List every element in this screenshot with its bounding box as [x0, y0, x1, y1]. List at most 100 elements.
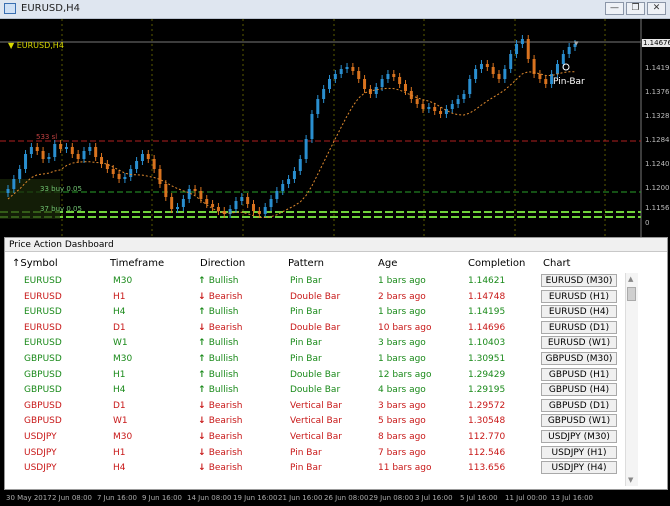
candle [181, 199, 185, 207]
restore-button[interactable]: ❐ [626, 2, 645, 15]
candle [538, 74, 542, 79]
candle [205, 199, 209, 204]
candle [88, 147, 92, 151]
row-pattern: Pin Bar [290, 447, 322, 458]
arrow-down-icon: ↓ [198, 432, 209, 442]
row-direction: ↓ Bearish [198, 401, 243, 411]
row-completion: 1.14621 [468, 276, 506, 286]
candle [47, 157, 51, 159]
row-timeframe: M30 [113, 432, 133, 442]
table-row: GBPUSD H4 ↑ Bullish Double Bar 4 bars ago 1.2… [5, 383, 625, 398]
candle [29, 147, 33, 154]
column-header-chart[interactable]: Chart [543, 258, 570, 269]
candle [415, 99, 419, 104]
row-timeframe: H1 [113, 291, 126, 302]
close-button[interactable]: ✕ [647, 2, 666, 15]
open-chart-button[interactable]: EURUSD (W1) [541, 336, 617, 350]
dashboard-scrollbar[interactable]: ▲ ▼ [625, 273, 638, 486]
row-timeframe: W1 [113, 416, 128, 427]
price-chart[interactable]: ▼ EURUSD,H4 ▾ 1.14676 1.1419 1.13760 1.1… [0, 19, 670, 237]
open-chart-button[interactable]: GBPUSD (D1) [541, 398, 617, 412]
column-header-symbol[interactable]: ↑Symbol [12, 258, 58, 269]
row-timeframe: H1 [113, 369, 126, 380]
pin-bar-marker-icon [562, 63, 570, 71]
row-symbol: GBPUSD [24, 385, 62, 396]
column-header-pattern[interactable]: Pattern [288, 258, 324, 269]
row-timeframe: H4 [113, 385, 126, 396]
row-age: 10 bars ago [378, 322, 432, 333]
row-timeframe: H4 [113, 307, 126, 318]
minimize-button[interactable]: — [605, 2, 624, 15]
scroll-thumb[interactable] [627, 287, 636, 301]
candle [298, 159, 302, 171]
row-pattern: Pin Bar [290, 307, 322, 318]
candle [345, 67, 349, 69]
row-completion: 1.30548 [468, 416, 506, 427]
time-tick: 7 Jun 16:00 [97, 494, 138, 502]
candlestick-chart[interactable] [0, 19, 670, 237]
candle [561, 54, 565, 64]
candle [509, 54, 513, 69]
row-completion: 113.656 [468, 463, 506, 474]
price-tick: 0 [645, 219, 650, 227]
column-header-timeframe[interactable]: Timeframe [110, 258, 164, 269]
row-symbol: EURUSD [24, 307, 62, 318]
direction-label: Bullish [208, 369, 239, 380]
current-price-label: 1.14676 [642, 39, 670, 47]
candle [503, 69, 507, 79]
candle [532, 59, 536, 74]
candle [310, 114, 314, 139]
row-timeframe: H1 [113, 447, 126, 458]
time-tick: 26 Jun 08:00 [324, 494, 369, 502]
column-header-age[interactable]: Age [378, 258, 397, 269]
open-chart-button[interactable]: EURUSD (H4) [541, 305, 617, 319]
column-header-direction[interactable]: Direction [200, 258, 245, 269]
direction-label: Bullish [208, 307, 239, 318]
scroll-up-icon[interactable]: ▲ [628, 275, 633, 283]
time-tick: 3 Jul 16:00 [415, 494, 453, 502]
arrow-down-icon: ↓ [198, 447, 209, 458]
candle [82, 151, 86, 159]
arrow-up-icon: ↑ [198, 369, 209, 380]
scroll-down-icon[interactable]: ▼ [628, 476, 633, 484]
candle [6, 189, 10, 193]
row-pattern: Double Bar [290, 385, 341, 396]
direction-label: Bearish [208, 432, 243, 442]
row-direction: ↑ Bullish [198, 370, 238, 380]
open-chart-button[interactable]: GBPUSD (H4) [541, 383, 617, 397]
table-row: EURUSD M30 ↑ Bullish Pin Bar 1 bars ago 1.146… [5, 274, 625, 289]
chart-close-icon[interactable]: ▾ [574, 39, 579, 49]
column-header-completion[interactable]: Completion [468, 258, 525, 269]
open-chart-button[interactable]: EURUSD (H1) [541, 289, 617, 303]
row-timeframe: M30 [113, 354, 133, 364]
row-direction: ↓ Bearish [198, 292, 243, 302]
open-chart-button[interactable]: GBPUSD (W1) [541, 414, 617, 428]
row-completion: 112.546 [468, 447, 506, 458]
open-chart-button[interactable]: GBPUSD (M30) [541, 352, 617, 365]
open-chart-button[interactable]: EURUSD (D1) [541, 320, 617, 334]
candle [211, 204, 215, 207]
direction-label: Bearish [208, 291, 243, 302]
candle [275, 191, 279, 199]
row-symbol: GBPUSD [24, 369, 62, 380]
open-chart-button[interactable]: GBPUSD (H1) [541, 367, 617, 381]
candle [357, 71, 361, 79]
price-tick: 1.1156 [645, 204, 670, 212]
direction-label: Bearish [208, 463, 243, 474]
candle [497, 74, 501, 79]
direction-label: Bullish [208, 385, 239, 396]
price-action-dashboard: Price Action Dashboard ↑Symbol Timeframe… [4, 237, 668, 490]
open-chart-button[interactable]: USDJPY (H1) [541, 445, 617, 459]
window-titlebar: EURUSD,H4 — ❐ ✕ [0, 0, 670, 19]
row-symbol: EURUSD [24, 291, 62, 302]
row-pattern: Vertical Bar [290, 416, 342, 427]
candle [398, 77, 402, 84]
open-chart-button[interactable]: USDJPY (M30) [541, 430, 617, 443]
candle [333, 74, 337, 79]
arrow-up-icon: ↑ [198, 354, 209, 364]
open-chart-button[interactable]: EURUSD (M30) [541, 274, 617, 287]
arrow-up-icon: ↑ [198, 385, 209, 396]
open-chart-button[interactable]: USDJPY (H4) [541, 461, 617, 475]
candle [152, 159, 156, 169]
row-completion: 1.29572 [468, 400, 506, 411]
